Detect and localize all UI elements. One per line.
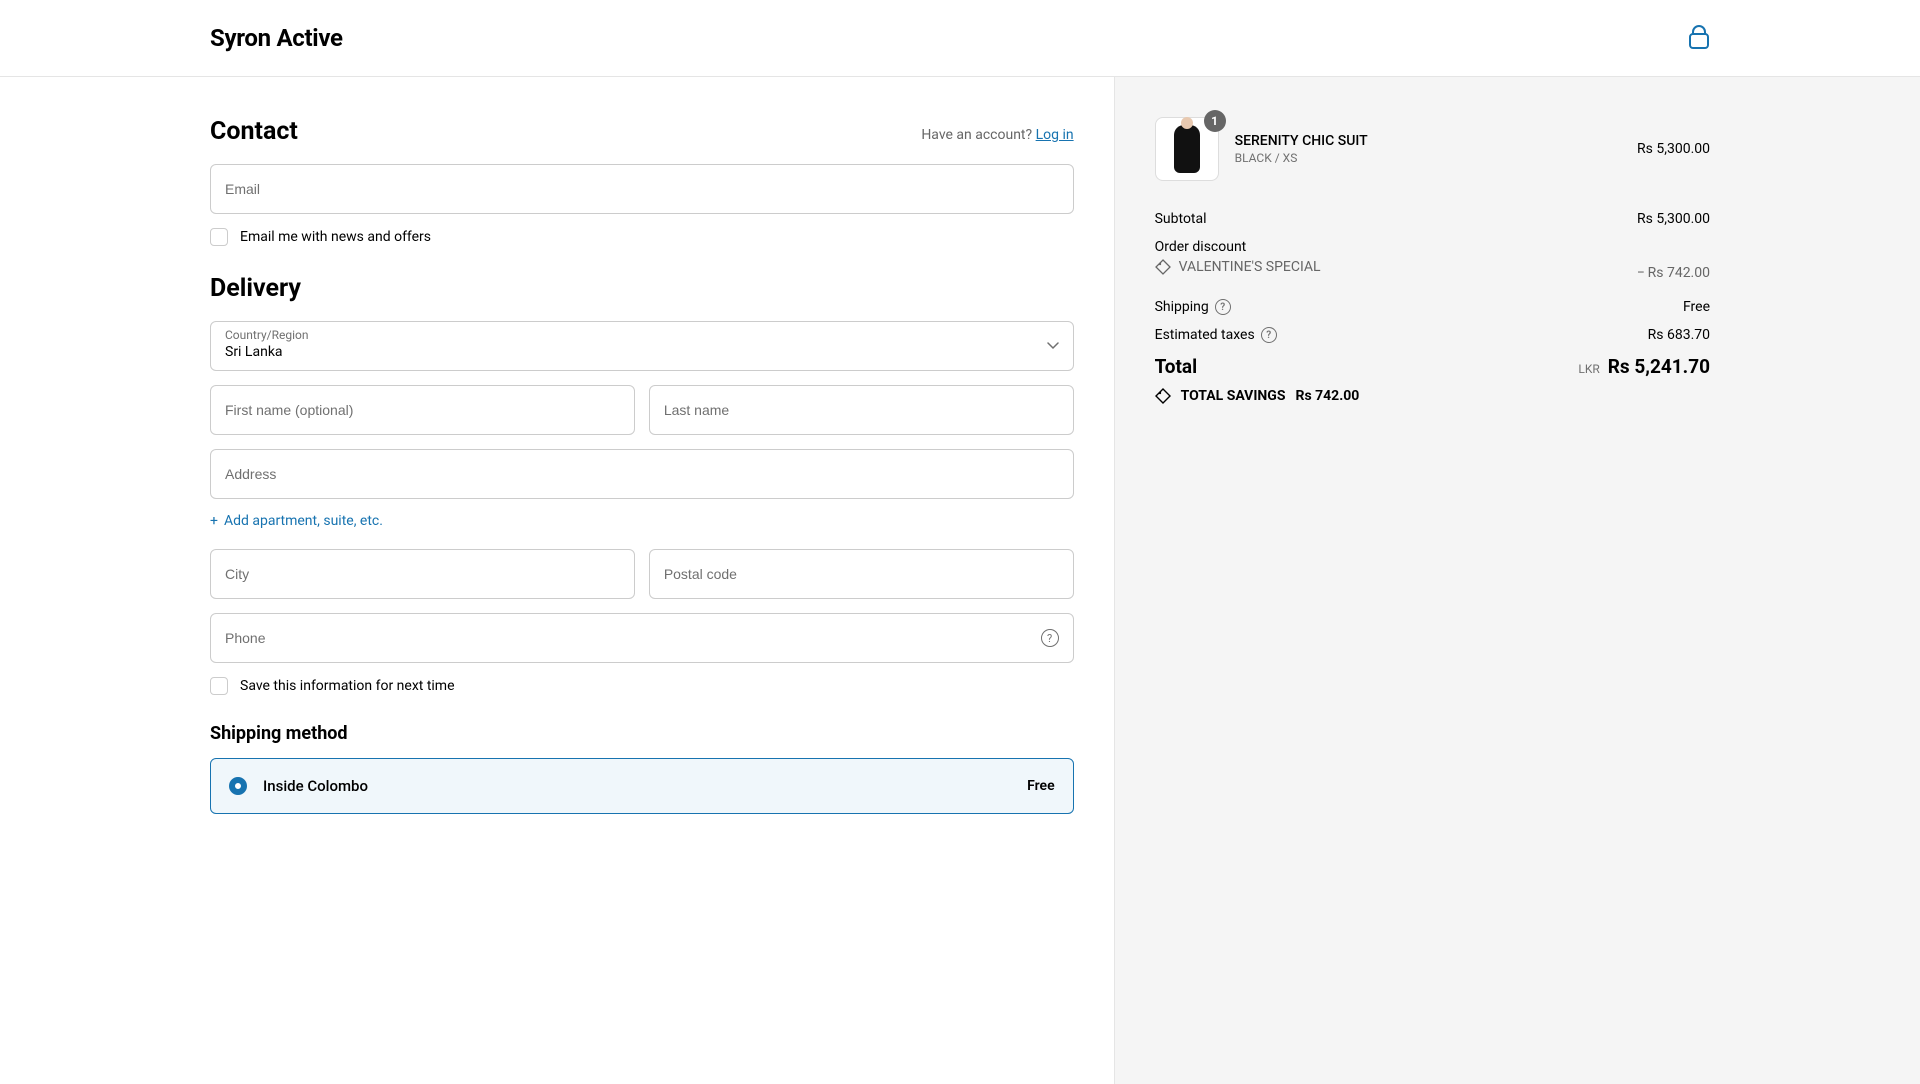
order-summary: 1 SERENITY CHIC SUIT BLACK / XS Rs 5,300… [1114, 77, 1920, 1084]
total-savings: TOTAL SAVINGS Rs 742.00 [1155, 388, 1710, 404]
add-apartment-button[interactable]: + Add apartment, suite, etc. [210, 513, 1074, 529]
shipping-method-title: Shipping method [210, 723, 1074, 744]
tax-value: Rs 683.70 [1648, 327, 1710, 343]
phone-input[interactable] [211, 614, 1073, 662]
item-variant: BLACK / XS [1235, 151, 1621, 165]
bag-icon[interactable] [1688, 25, 1710, 51]
tag-icon [1155, 388, 1171, 404]
shipping-option-price: Free [1027, 778, 1055, 794]
savings-value: Rs 742.00 [1295, 388, 1359, 404]
news-checkbox[interactable] [210, 228, 228, 246]
subtotal-label: Subtotal [1155, 211, 1207, 227]
radio-selected-icon [229, 777, 247, 795]
first-name-field[interactable] [210, 385, 635, 435]
tag-icon [1155, 259, 1171, 275]
city-field[interactable] [210, 549, 635, 599]
contact-title: Contact [210, 117, 298, 146]
delivery-title: Delivery [210, 274, 1074, 303]
email-input[interactable] [211, 165, 1073, 213]
tax-label: Estimated taxes [1155, 327, 1255, 343]
postal-field[interactable] [649, 549, 1074, 599]
city-input[interactable] [211, 550, 634, 598]
help-icon[interactable]: ? [1261, 327, 1277, 343]
country-label: Country/Region [225, 328, 309, 342]
total-value: Rs 5,241.70 [1608, 355, 1710, 378]
discount-label: Order discount [1155, 239, 1247, 255]
country-value: Sri Lanka [211, 322, 1073, 370]
help-icon[interactable]: ? [1041, 629, 1059, 647]
address-field[interactable] [210, 449, 1074, 499]
item-price: Rs 5,300.00 [1637, 141, 1710, 157]
account-prompt: Have an account? Log in [921, 127, 1073, 143]
postal-input[interactable] [650, 550, 1073, 598]
shipping-option[interactable]: Inside Colombo Free [210, 758, 1074, 814]
item-name: SERENITY CHIC SUIT [1235, 133, 1621, 149]
brand-logo[interactable]: Syron Active [210, 24, 343, 52]
subtotal-value: Rs 5,300.00 [1637, 211, 1710, 227]
checkout-form: Contact Have an account? Log in Email me… [0, 77, 1114, 1084]
phone-field[interactable]: ? [210, 613, 1074, 663]
total-currency: LKR [1578, 362, 1599, 376]
news-label: Email me with news and offers [240, 229, 431, 245]
shipping-value: Free [1683, 299, 1710, 315]
save-info-checkbox[interactable] [210, 677, 228, 695]
cart-item: 1 SERENITY CHIC SUIT BLACK / XS Rs 5,300… [1155, 117, 1710, 181]
quantity-badge: 1 [1204, 110, 1226, 132]
address-input[interactable] [211, 450, 1073, 498]
login-link[interactable]: Log in [1036, 127, 1074, 143]
shipping-option-label: Inside Colombo [263, 777, 1011, 795]
last-name-field[interactable] [649, 385, 1074, 435]
total-label: Total [1155, 355, 1198, 378]
country-select[interactable]: Country/Region Sri Lanka [210, 321, 1074, 371]
chevron-down-icon [1047, 342, 1059, 350]
first-name-input[interactable] [211, 386, 634, 434]
last-name-input[interactable] [650, 386, 1073, 434]
discount-code: VALENTINE'S SPECIAL [1155, 259, 1321, 275]
header: Syron Active [0, 0, 1920, 77]
shipping-label: Shipping [1155, 299, 1209, 315]
plus-icon: + [210, 513, 218, 529]
email-field[interactable] [210, 164, 1074, 214]
save-info-label: Save this information for next time [240, 678, 455, 694]
discount-value: − Rs 742.00 [1637, 265, 1710, 281]
savings-label: TOTAL SAVINGS [1181, 388, 1286, 404]
product-thumbnail: 1 [1155, 117, 1219, 181]
help-icon[interactable]: ? [1215, 299, 1231, 315]
